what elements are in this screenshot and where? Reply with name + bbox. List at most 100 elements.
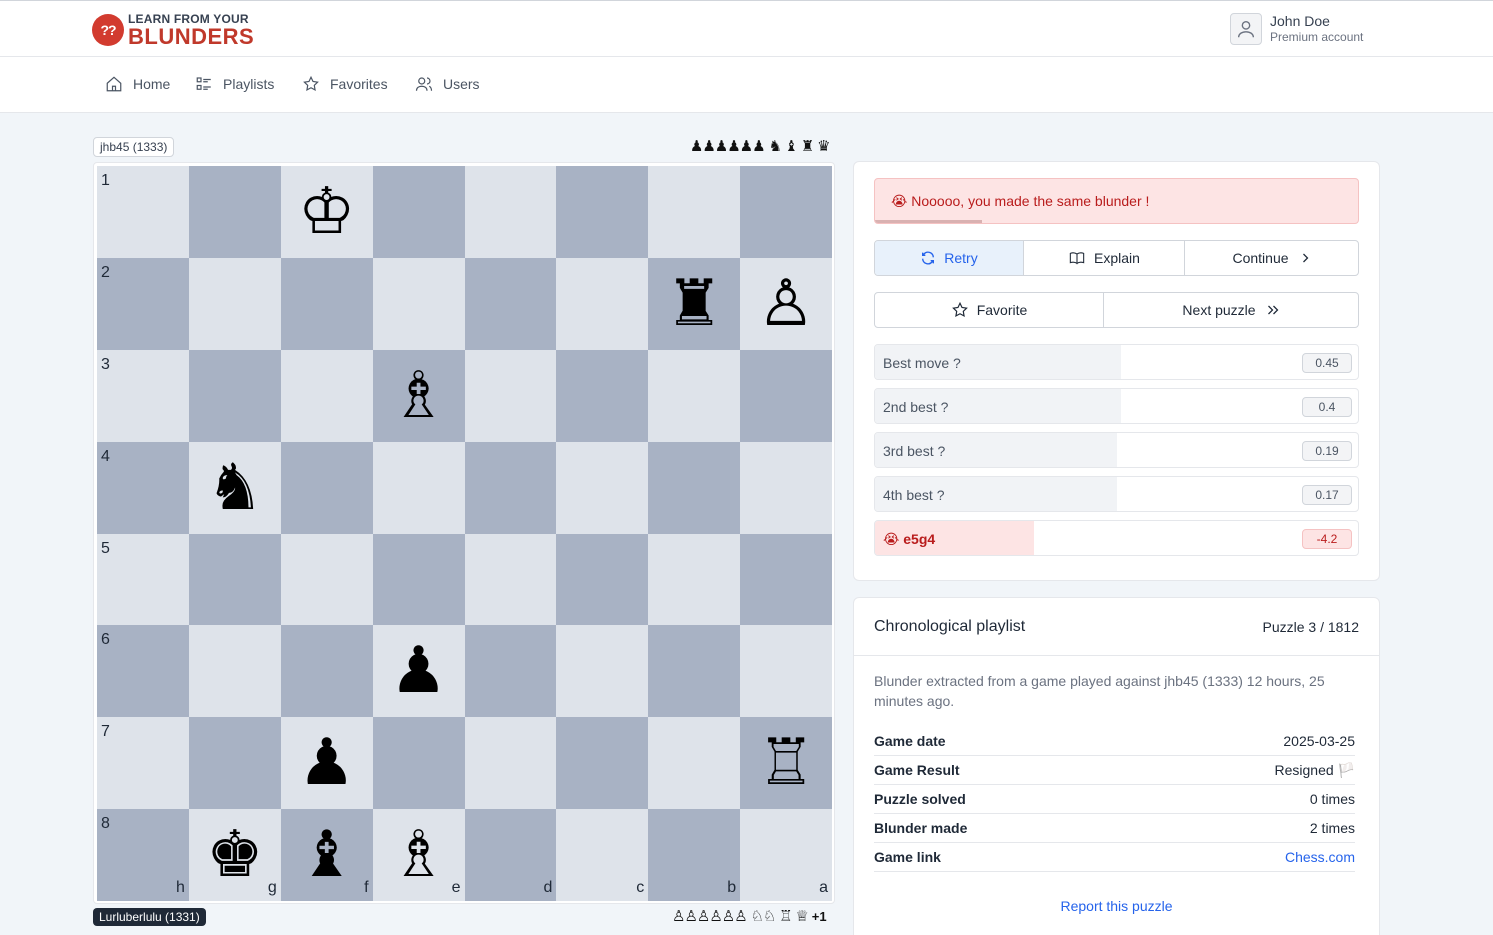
board-square[interactable]: 8h (97, 809, 189, 901)
board-square[interactable] (740, 533, 832, 626)
board-square[interactable] (188, 349, 281, 442)
info-key: Blunder made (874, 820, 968, 836)
board-square[interactable] (464, 441, 557, 534)
report-puzzle-link[interactable]: Report this puzzle (874, 898, 1359, 914)
board-square[interactable] (280, 257, 373, 350)
board-square[interactable] (740, 349, 832, 442)
board-square[interactable] (556, 533, 649, 626)
board-square[interactable] (556, 441, 649, 534)
board-square[interactable] (464, 257, 557, 350)
move-option-row[interactable]: 2nd best ? 0.4 (874, 388, 1359, 424)
board-square[interactable] (556, 166, 649, 258)
board-square[interactable] (188, 717, 281, 810)
game-info-row: Blunder made 2 times (874, 814, 1355, 843)
board-square[interactable]: 7 (97, 717, 189, 810)
board-square[interactable]: c (556, 809, 649, 901)
favorite-button[interactable]: Favorite (875, 293, 1104, 327)
board-square[interactable] (188, 533, 281, 626)
explain-button[interactable]: Explain (1024, 241, 1185, 275)
board-square[interactable] (740, 441, 832, 534)
nav-users[interactable]: Users (415, 75, 480, 93)
blunder-alert-text: 😭 Nooooo, you made the same blunder ! (891, 193, 1150, 209)
chess-piece[interactable]: ♙ (757, 272, 814, 336)
board-square[interactable] (280, 441, 373, 534)
move-option-row[interactable]: 😭 e5g4 -4.2 (874, 520, 1359, 556)
board-square[interactable] (280, 625, 373, 718)
board-square[interactable] (464, 166, 557, 258)
continue-button[interactable]: Continue (1185, 241, 1358, 275)
board-square[interactable] (372, 441, 465, 534)
board-square[interactable] (648, 349, 741, 442)
move-option-row[interactable]: Best move ? 0.45 (874, 344, 1359, 380)
board-square[interactable] (464, 533, 557, 626)
board-square[interactable] (648, 166, 741, 258)
board-square[interactable] (556, 717, 649, 810)
board-square[interactable] (648, 441, 741, 534)
board-square[interactable] (740, 625, 832, 718)
board-square[interactable]: a (740, 809, 832, 901)
board-square[interactable]: ♔ (280, 166, 373, 258)
board-square[interactable]: d (464, 809, 557, 901)
board-square[interactable]: ♙ (740, 257, 832, 350)
board-square[interactable]: b (648, 809, 741, 901)
chess-piece[interactable]: ♝ (298, 823, 355, 887)
chess-board[interactable]: 1 ♔ 2 ♜ ♙ 3 ♗ 4 ♞ 5 6 ♟ 7 ♟ ♖ 8 h g ♚ f ♝ e ♗ d c b a (97, 166, 832, 901)
chess-piece[interactable]: ♗ (390, 823, 447, 887)
board-square[interactable] (556, 625, 649, 718)
board-square[interactable]: 4 (97, 441, 189, 534)
board-square[interactable]: f ♝ (280, 809, 373, 901)
chess-piece[interactable]: ♟ (298, 731, 355, 795)
game-link[interactable]: Chess.com (1285, 849, 1355, 865)
board-square[interactable] (740, 166, 832, 258)
playlist-icon (196, 77, 211, 90)
board-square[interactable]: 6 (97, 625, 189, 718)
board-square[interactable] (188, 166, 281, 258)
board-square[interactable] (372, 166, 465, 258)
board-square[interactable] (280, 533, 373, 626)
board-square[interactable] (372, 257, 465, 350)
puzzle-counter: Puzzle 3 / 1812 (1262, 619, 1359, 635)
board-square[interactable] (372, 533, 465, 626)
board-square[interactable] (372, 717, 465, 810)
board-square[interactable]: ♗ (372, 349, 465, 442)
board-square[interactable] (188, 257, 281, 350)
board-square[interactable]: g ♚ (188, 809, 281, 901)
board-square[interactable] (464, 717, 557, 810)
chess-piece[interactable]: ♔ (298, 180, 355, 244)
logo[interactable]: ?? LEARN FROM YOUR BLUNDERS (92, 12, 254, 48)
retry-button[interactable]: Retry (875, 241, 1024, 275)
chess-piece[interactable]: ♗ (390, 364, 447, 428)
board-square[interactable]: 2 (97, 257, 189, 350)
move-option-row[interactable]: 4th best ? 0.17 (874, 476, 1359, 512)
board-square[interactable]: ♜ (648, 257, 741, 350)
chess-piece[interactable]: ♜ (666, 272, 723, 336)
board-square[interactable] (464, 349, 557, 442)
user-menu[interactable]: John Doe Premium account (1230, 13, 1363, 45)
board-square[interactable]: 5 (97, 533, 189, 626)
board-square[interactable] (648, 717, 741, 810)
chess-piece[interactable]: ♞ (206, 456, 263, 520)
board-square[interactable]: ♟ (280, 717, 373, 810)
nav-playlists[interactable]: Playlists (195, 75, 274, 93)
next-puzzle-button[interactable]: Next puzzle (1104, 293, 1358, 327)
board-square[interactable]: e ♗ (372, 809, 465, 901)
chess-piece[interactable]: ♖ (757, 731, 814, 795)
board-square[interactable]: 1 (97, 166, 189, 258)
board-square[interactable]: ♞ (188, 441, 281, 534)
board-square[interactable] (556, 257, 649, 350)
nav-favorites[interactable]: Favorites (302, 75, 388, 93)
board-square[interactable] (648, 533, 741, 626)
board-square[interactable] (556, 349, 649, 442)
board-square[interactable]: 3 (97, 349, 189, 442)
chess-piece[interactable]: ♟ (390, 639, 447, 703)
board-square[interactable]: ♖ (740, 717, 832, 810)
chess-piece[interactable]: ♚ (206, 823, 263, 887)
board-square[interactable] (464, 625, 557, 718)
board-square[interactable] (648, 625, 741, 718)
board-square[interactable]: ♟ (372, 625, 465, 718)
favorite-label: Favorite (976, 302, 1028, 318)
board-square[interactable] (188, 625, 281, 718)
board-square[interactable] (280, 349, 373, 442)
move-option-row[interactable]: 3rd best ? 0.19 (874, 432, 1359, 468)
nav-home[interactable]: Home (105, 75, 170, 93)
